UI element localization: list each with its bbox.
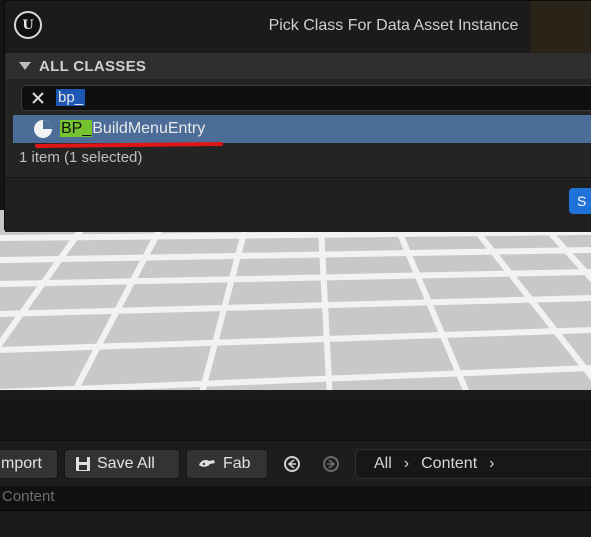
item-count: 1 item (1 selected) xyxy=(19,149,143,166)
annotation-underline xyxy=(34,142,224,148)
chevron-right-icon[interactable]: › xyxy=(398,455,415,473)
class-list-item[interactable]: BP_BuildMenuEntry xyxy=(13,115,591,143)
dialog-titlebar[interactable]: U Pick Class For Data Asset Instance xyxy=(5,1,591,53)
content-search-bar[interactable]: Content xyxy=(0,486,591,511)
path-breadcrumb[interactable]: All › Content › xyxy=(355,449,591,479)
clear-search-icon[interactable] xyxy=(30,90,46,106)
all-classes-section-header[interactable]: ALL CLASSES xyxy=(5,53,591,79)
class-search-box[interactable]: bp_ xyxy=(21,85,591,111)
breadcrumb-all[interactable]: All xyxy=(356,455,398,473)
import-button[interactable]: mport xyxy=(0,449,58,479)
section-title: ALL CLASSES xyxy=(39,57,147,75)
dialog-title: Pick Class For Data Asset Instance xyxy=(268,17,519,34)
dialog-footer: S xyxy=(5,177,591,232)
forward-arrow-icon[interactable] xyxy=(323,456,339,472)
save-icon xyxy=(76,457,90,471)
fab-button[interactable]: Fab xyxy=(186,449,268,479)
collapse-arrow-icon[interactable] xyxy=(19,62,31,70)
search-input[interactable]: bp_ xyxy=(56,89,86,106)
chevron-right-icon[interactable]: › xyxy=(483,455,500,473)
content-search-placeholder: Content xyxy=(2,488,55,505)
back-arrow-icon[interactable] xyxy=(284,456,300,472)
fab-label: Fab xyxy=(223,455,251,472)
level-viewport[interactable] xyxy=(0,210,591,400)
blueprint-class-icon xyxy=(34,120,52,138)
content-area xyxy=(0,511,591,537)
class-name-rest: BuildMenuEntry xyxy=(92,120,206,137)
grid-floor xyxy=(0,210,591,400)
breadcrumb-content[interactable]: Content xyxy=(415,455,483,473)
content-browser-toolbar: mport Save All Fab All › Content › xyxy=(0,440,591,487)
pick-class-dialog: U Pick Class For Data Asset Instance ALL… xyxy=(4,0,591,232)
match-highlight: BP_ xyxy=(60,120,93,137)
save-all-label: Save All xyxy=(97,455,155,472)
class-name: BP_BuildMenuEntry xyxy=(60,120,205,138)
import-label: mport xyxy=(1,455,42,472)
save-all-button[interactable]: Save All xyxy=(64,449,180,479)
fab-icon xyxy=(199,460,215,467)
select-button[interactable]: S xyxy=(569,188,591,214)
